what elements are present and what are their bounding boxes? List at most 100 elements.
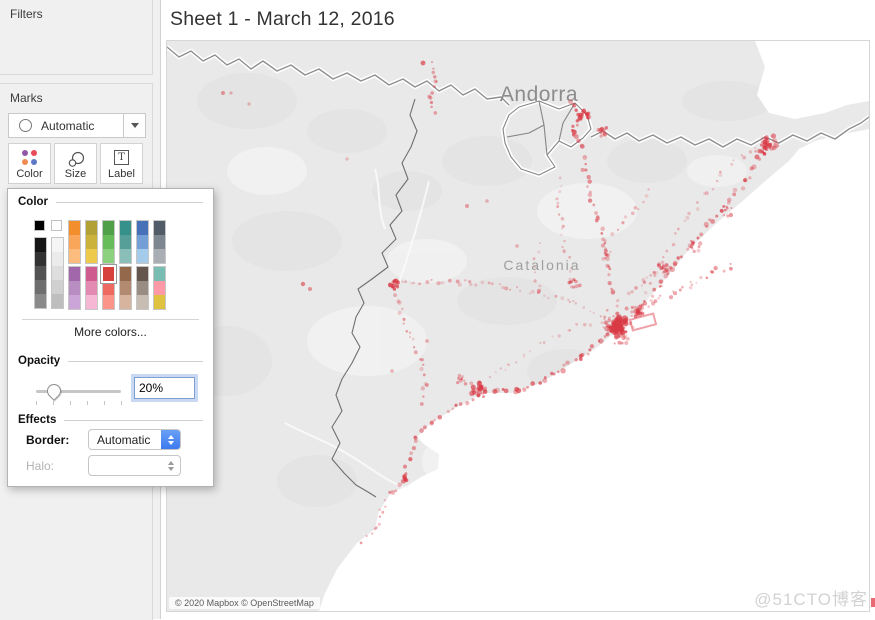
color-swatch[interactable]	[154, 281, 165, 295]
color-swatch[interactable]	[69, 267, 80, 281]
color-swatch[interactable]	[52, 252, 63, 266]
opacity-section-title: Opacity	[18, 355, 60, 367]
color-swatch[interactable]	[35, 294, 46, 308]
color-swatch[interactable]	[69, 249, 80, 263]
color-swatch[interactable]	[137, 295, 148, 309]
marks-title: Marks	[0, 84, 152, 105]
color-swatch[interactable]	[137, 281, 148, 295]
color-swatch[interactable]	[103, 221, 114, 235]
color-swatch[interactable]	[51, 237, 64, 309]
circle-mark-icon	[19, 119, 32, 132]
color-button-label: Color	[16, 168, 42, 180]
color-swatch[interactable]	[35, 280, 46, 294]
color-swatch[interactable]	[103, 281, 114, 295]
border-effect-select[interactable]: Automatic	[88, 429, 181, 450]
border-effect-label: Border:	[26, 433, 88, 447]
color-swatch[interactable]	[153, 220, 166, 264]
color-swatch[interactable]	[69, 221, 80, 235]
opacity-slider[interactable]	[36, 385, 121, 401]
color-swatch[interactable]	[86, 221, 97, 235]
color-swatch[interactable]	[69, 281, 80, 295]
two-circles-icon	[67, 151, 85, 168]
color-swatch[interactable]	[137, 235, 148, 249]
color-swatch[interactable]	[137, 221, 148, 235]
color-swatch[interactable]	[154, 249, 165, 263]
color-swatch[interactable]	[69, 235, 80, 249]
color-swatch[interactable]	[154, 267, 165, 281]
map-attribution[interactable]: © 2020 Mapbox © OpenStreetMap	[169, 597, 320, 609]
color-swatch[interactable]	[86, 249, 97, 263]
opacity-section-header: Opacity	[18, 355, 203, 367]
border-effect-value: Automatic	[89, 433, 161, 447]
halo-effect-label: Halo:	[26, 459, 88, 473]
color-swatch[interactable]	[85, 266, 98, 310]
color-swatch[interactable]	[69, 295, 80, 309]
halo-effect-row: Halo:	[26, 455, 181, 476]
color-swatch[interactable]	[103, 249, 114, 263]
color-section-header: Color	[18, 196, 203, 208]
mark-type-caret-button[interactable]	[123, 114, 145, 137]
opacity-slider-handle[interactable]	[44, 381, 64, 401]
color-swatch[interactable]	[34, 220, 45, 231]
color-swatch[interactable]	[52, 294, 63, 308]
color-swatch[interactable]	[51, 220, 62, 231]
color-swatch[interactable]	[35, 238, 46, 252]
color-swatch[interactable]	[35, 266, 46, 280]
sheet-title: Sheet 1 - March 12, 2016	[170, 8, 395, 31]
label-button-label: Label	[108, 168, 135, 180]
color-swatch[interactable]	[86, 267, 97, 281]
label-button[interactable]: T Label	[100, 143, 143, 184]
color-swatch[interactable]	[86, 281, 97, 295]
color-swatch[interactable]	[52, 266, 63, 280]
color-swatch[interactable]	[103, 267, 114, 281]
color-swatch[interactable]	[52, 238, 63, 252]
color-swatch[interactable]	[85, 220, 98, 264]
color-swatch[interactable]	[120, 235, 131, 249]
swatch-grid	[34, 220, 190, 310]
color-swatch[interactable]	[52, 280, 63, 294]
color-swatch[interactable]	[103, 235, 114, 249]
color-swatch[interactable]	[102, 266, 115, 310]
color-swatch[interactable]	[137, 267, 148, 281]
more-colors-link[interactable]: More colors...	[8, 325, 213, 339]
map-canvas: Andorra Catalonia	[167, 41, 869, 611]
effects-section-header: Effects	[18, 414, 203, 426]
color-swatch[interactable]	[137, 249, 148, 263]
color-swatch[interactable]	[154, 235, 165, 249]
color-swatch[interactable]	[119, 220, 132, 264]
color-swatch[interactable]	[120, 267, 131, 281]
color-swatch[interactable]	[102, 220, 115, 264]
color-swatch[interactable]	[136, 266, 149, 310]
color-swatch[interactable]	[119, 266, 132, 310]
color-swatch[interactable]	[120, 221, 131, 235]
worksheet-area: Sheet 1 - March 12, 2016	[161, 0, 875, 619]
color-swatch[interactable]	[35, 252, 46, 266]
color-swatch[interactable]	[120, 295, 131, 309]
size-button[interactable]: Size	[54, 143, 97, 184]
stepper-arrows-icon	[161, 455, 180, 476]
map-label: Andorra	[500, 83, 578, 106]
color-button[interactable]: Color	[8, 143, 51, 184]
color-swatch[interactable]	[68, 266, 81, 310]
halo-effect-select	[88, 455, 181, 476]
color-swatch[interactable]	[154, 221, 165, 235]
color-swatch[interactable]	[86, 235, 97, 249]
color-popover: Color More colors... Opacity Effects Bor…	[7, 188, 214, 487]
color-swatch[interactable]	[120, 281, 131, 295]
color-swatch[interactable]	[34, 237, 47, 309]
mark-type-dropdown[interactable]: Automatic	[8, 113, 146, 138]
map-label: Catalonia	[503, 257, 580, 273]
color-swatch[interactable]	[86, 295, 97, 309]
color-dots-icon	[22, 150, 38, 166]
color-swatch[interactable]	[136, 220, 149, 264]
color-swatch[interactable]	[68, 220, 81, 264]
color-swatch[interactable]	[154, 295, 165, 309]
color-swatch[interactable]	[120, 249, 131, 263]
mark-type-value: Automatic	[41, 119, 123, 133]
opacity-input[interactable]	[134, 377, 195, 399]
opacity-slider-ticks	[36, 401, 122, 405]
watermark: @51CTO博客	[754, 585, 868, 610]
color-swatch[interactable]	[103, 295, 114, 309]
color-swatch[interactable]	[153, 266, 166, 310]
map-view[interactable]: Andorra Catalonia © 2020 Mapbox © OpenStr…	[166, 40, 870, 612]
